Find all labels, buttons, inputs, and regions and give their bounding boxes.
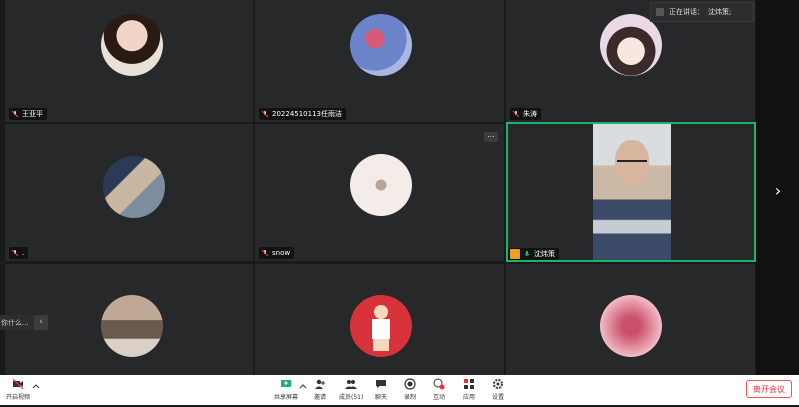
- chat-icon: [376, 380, 386, 388]
- mic-muted-icon: [261, 249, 269, 257]
- figure-legs: [373, 339, 389, 351]
- members-icon: [345, 380, 358, 389]
- share-screen-button[interactable]: 共享屏幕: [274, 378, 298, 404]
- participant-tile[interactable]: ... snow: [255, 124, 504, 261]
- chevron-left-icon[interactable]: ‹: [34, 315, 48, 330]
- participant-tile[interactable]: [506, 264, 755, 375]
- share-label: 共享屏幕: [274, 394, 299, 401]
- figure-head: [374, 305, 388, 319]
- participant-avatar: [101, 14, 163, 76]
- participant-avatar: [600, 14, 662, 76]
- figure-body: [372, 319, 390, 339]
- video-button[interactable]: 开启视频: [6, 378, 30, 404]
- participant-tile[interactable]: .: [5, 124, 253, 261]
- active-speaker-tile[interactable]: 沈炜策: [506, 122, 756, 262]
- participant-avatar: [350, 14, 412, 76]
- participant-video: [593, 124, 671, 260]
- name-tag: 沈炜策: [508, 248, 559, 260]
- mic-muted-icon: [261, 110, 269, 118]
- participant-name: snow: [272, 249, 291, 257]
- chat-label: 聊天: [375, 394, 388, 401]
- participant-name: 王亚平: [22, 110, 43, 118]
- bottom-toolbar: 开启视频 共享屏幕 邀请 成员(51) 聊天 录制 互动 应用 设置: [0, 375, 799, 405]
- speaking-indicator: 正在讲话： 沈炜策;: [650, 2, 754, 22]
- mic-muted-icon: [512, 110, 520, 118]
- participant-tile[interactable]: [255, 264, 504, 375]
- participant-avatar: [350, 154, 412, 216]
- gear-icon: [493, 379, 503, 389]
- chevron-up-icon: [299, 384, 307, 389]
- apps-label: 应用: [463, 394, 476, 401]
- share-options-chevron[interactable]: [297, 381, 309, 407]
- record-button[interactable]: 录制: [404, 378, 416, 404]
- name-tag: .: [9, 247, 29, 259]
- reaction-button[interactable]: 互动: [433, 378, 445, 404]
- reaction-icon: [433, 378, 445, 390]
- name-tag: 20224510113任雨洁: [259, 108, 346, 120]
- participant-avatar: [600, 295, 662, 357]
- video-options-chevron[interactable]: [30, 381, 42, 407]
- mic-muted-icon: [11, 249, 19, 257]
- participant-name: .: [22, 249, 25, 257]
- record-label: 录制: [404, 394, 417, 401]
- name-tag: 朱涛: [510, 108, 541, 120]
- settings-label: 设置: [492, 394, 505, 401]
- chat-button[interactable]: 聊天: [375, 378, 387, 404]
- participant-name: 20224510113任雨洁: [272, 110, 342, 118]
- name-tag: snow: [259, 247, 295, 259]
- participant-avatar: [350, 295, 412, 357]
- mic-active-icon: [524, 251, 530, 256]
- speaking-name: 沈炜策;: [708, 8, 732, 16]
- participant-avatar: [101, 295, 163, 357]
- invite-button[interactable]: 邀请: [314, 378, 326, 404]
- apps-button[interactable]: 应用: [463, 378, 475, 404]
- participant-tile[interactable]: 20224510113任雨洁: [255, 0, 504, 122]
- members-label: 成员(51): [339, 394, 364, 401]
- leave-meeting-button[interactable]: 离开会议: [746, 380, 792, 398]
- participant-name: 沈炜策: [534, 250, 555, 258]
- apps-icon: [464, 379, 474, 389]
- chip-text: 你什么...: [1, 318, 29, 327]
- more-options-button[interactable]: ...: [484, 131, 498, 142]
- name-tag: 王亚平: [9, 108, 47, 120]
- participant-grid: 王亚平 20224510113任雨洁 朱涛 . ... snow 沈炜策: [0, 0, 756, 375]
- record-icon: [404, 378, 416, 390]
- settings-button[interactable]: 设置: [492, 378, 504, 404]
- speaker-icon: [656, 8, 664, 16]
- chevron-up-icon: [32, 384, 40, 389]
- reaction-label: 互动: [433, 394, 446, 401]
- participant-name: 朱涛: [523, 110, 537, 118]
- host-icon: [510, 249, 520, 259]
- speaking-label: 正在讲话：: [669, 8, 704, 16]
- invite-label: 邀请: [314, 394, 327, 401]
- video-label: 开启视频: [6, 394, 31, 401]
- video-stage: 王亚平 20224510113任雨洁 朱涛 . ... snow 沈炜策 › 正…: [0, 0, 799, 375]
- glasses-shape: [617, 160, 647, 168]
- mic-muted-icon: [11, 110, 19, 118]
- collapsed-chat-chip[interactable]: 你什么... ‹: [0, 315, 48, 330]
- participant-tile[interactable]: 王亚平: [5, 0, 253, 122]
- members-button[interactable]: 成员(51): [339, 378, 363, 404]
- share-screen-icon: [281, 380, 291, 387]
- video-off-icon: [12, 378, 24, 390]
- next-page-arrow[interactable]: ›: [771, 180, 785, 202]
- invite-icon: [315, 379, 325, 389]
- participant-avatar: [103, 156, 165, 218]
